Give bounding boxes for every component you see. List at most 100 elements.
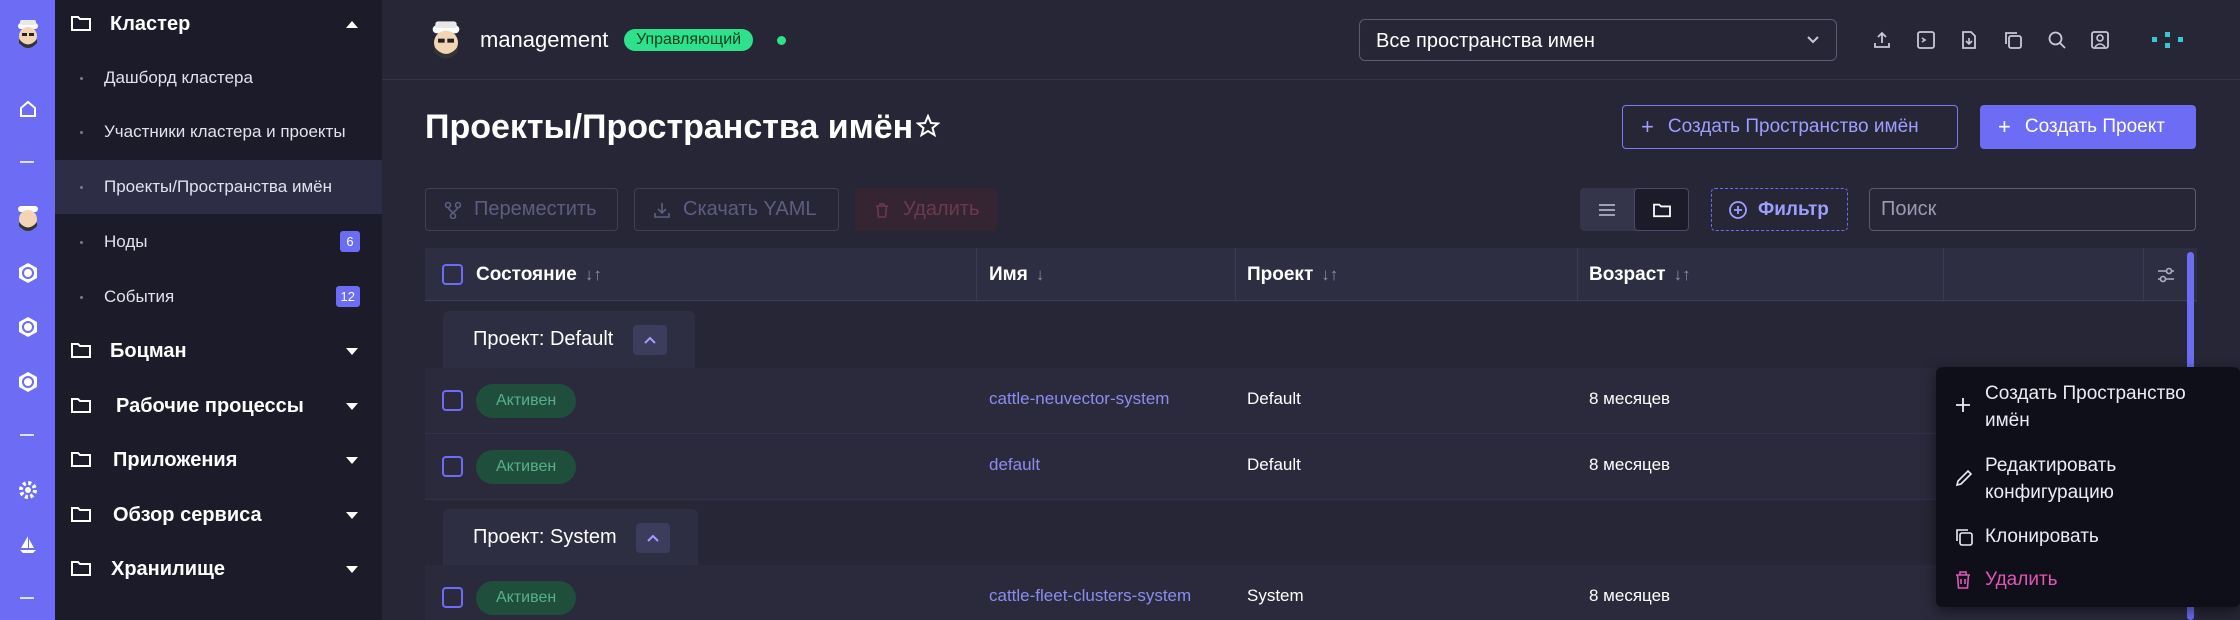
search-input[interactable]: [1869, 188, 2196, 231]
column-header-project[interactable]: Проект ↓↑: [1247, 248, 1338, 301]
user-icon[interactable]: [2087, 27, 2113, 53]
list-view-icon[interactable]: [1580, 188, 1634, 231]
sidebar-group-botsman[interactable]: Боцман: [55, 324, 382, 378]
sailboat-icon[interactable]: [0, 524, 55, 564]
context-menu: Создать Пространство имён Редактировать …: [1936, 367, 2240, 607]
sidebar-group-service-discovery[interactable]: Обзор сервиса: [55, 488, 382, 542]
more-dots-icon[interactable]: [2148, 27, 2188, 53]
sidebar-item-members[interactable]: Участники кластера и проекты: [55, 105, 382, 159]
delete-button[interactable]: Удалить: [855, 188, 997, 231]
group-label: Проект: Default: [473, 328, 614, 350]
group-tab: Проект: System: [443, 509, 698, 566]
namespace-select[interactable]: Все пространства имен: [1359, 19, 1837, 61]
sidebar-item-label: Дашборд кластера: [104, 68, 253, 87]
project-cell: Default: [1247, 389, 1301, 408]
kubernetes-icon[interactable]: [0, 253, 55, 293]
star-icon[interactable]: [915, 113, 941, 143]
create-namespace-label: Создать Пространство имён: [1667, 116, 1919, 137]
sidebar-item-cluster-dashboard[interactable]: Дашборд кластера: [55, 51, 382, 105]
status-dot: [777, 36, 786, 45]
folder-icon: [71, 559, 91, 582]
collapse-group-button[interactable]: [636, 523, 670, 553]
table-row[interactable]: Активен cattle-fleet-clusters-system Sys…: [425, 565, 2197, 620]
sidebar-item-events[interactable]: События 12: [55, 270, 382, 324]
count-badge: 12: [335, 286, 360, 307]
sidebar-group-apps[interactable]: Приложения: [55, 433, 382, 487]
menu-item-clone[interactable]: Клонировать: [1936, 522, 2240, 552]
sidebar-group-label: Приложения: [113, 448, 238, 471]
namespace-select-value: Все пространства имен: [1376, 30, 1595, 52]
group-header-default: Проект: Default: [425, 302, 2197, 406]
table-row[interactable]: Активен cattle-neuvector-system Default …: [425, 368, 2197, 434]
sort-down-icon: ↓: [1035, 264, 1045, 284]
folder-icon: [71, 14, 91, 37]
column-header-name[interactable]: Имя ↓: [989, 248, 1044, 301]
delete-label: Удалить: [903, 198, 980, 220]
branch-icon: [444, 201, 462, 219]
rail-divider: [20, 597, 34, 599]
filter-button[interactable]: Фильтр: [1711, 188, 1848, 231]
status-badge: Активен: [476, 450, 577, 484]
menu-item-delete[interactable]: Удалить: [1936, 565, 2240, 595]
download-yaml-label: Скачать YAML: [683, 198, 817, 220]
kubernetes-icon[interactable]: [0, 362, 55, 402]
download-yaml-button[interactable]: Скачать YAML: [634, 188, 839, 231]
trash-icon: [873, 201, 891, 219]
folder-icon: [71, 396, 91, 419]
cluster-logo-icon[interactable]: [0, 197, 55, 237]
sidebar-group-label: Боцман: [110, 339, 187, 362]
menu-item-label: Клонировать: [1985, 526, 2099, 547]
status-badge: Активен: [476, 581, 577, 615]
age-cell: 8 месяцев: [1589, 586, 1671, 605]
create-project-button[interactable]: + Создать Проект: [1980, 105, 2196, 149]
rail-divider: [20, 434, 34, 436]
filter-label: Фильтр: [1758, 198, 1829, 220]
chevron-down-icon: [346, 456, 358, 464]
copy-icon: [1954, 527, 1974, 552]
plus-circle-icon: [1728, 200, 1748, 220]
row-checkbox[interactable]: [442, 587, 463, 608]
menu-item-create-namespace[interactable]: Создать Пространство имён: [1936, 380, 2240, 436]
sidebar: Кластер Дашборд кластера Участники класт…: [55, 0, 382, 620]
terminal-icon[interactable]: [1913, 27, 1939, 53]
sidebar-group-workloads[interactable]: Рабочие процессы: [55, 379, 382, 433]
plus-icon: +: [1641, 114, 1654, 139]
namespace-link[interactable]: cattle-neuvector-system: [989, 389, 1169, 409]
management-badge: Управляющий: [624, 29, 754, 51]
sidebar-group-storage[interactable]: Хранилище: [55, 542, 382, 596]
row-checkbox[interactable]: [442, 390, 463, 411]
count-badge: 6: [340, 231, 360, 252]
menu-item-edit-config[interactable]: Редактировать конфигурацию: [1936, 452, 2240, 508]
row-checkbox[interactable]: [442, 456, 463, 477]
cluster-logo-icon[interactable]: [426, 14, 466, 71]
move-button[interactable]: Переместить: [425, 188, 618, 231]
icon-rail: [0, 0, 55, 620]
sidebar-item-label: Ноды: [104, 232, 148, 251]
ship-logo-icon[interactable]: [0, 14, 55, 54]
folder-icon: [71, 450, 91, 473]
sidebar-item-projects-namespaces[interactable]: Проекты/Пространства имён: [55, 160, 382, 214]
collapse-group-button[interactable]: [633, 325, 667, 355]
download-file-icon[interactable]: [1956, 27, 1982, 53]
home-icon[interactable]: [0, 89, 55, 129]
group-tab: Проект: Default: [443, 311, 695, 368]
gear-icon[interactable]: [0, 470, 55, 510]
column-header-age[interactable]: Возраст ↓↑: [1589, 248, 1691, 301]
sidebar-group-cluster[interactable]: Кластер: [55, 0, 382, 51]
column-settings-icon[interactable]: [2156, 265, 2176, 290]
sidebar-group-label: Рабочие процессы: [116, 394, 304, 417]
sidebar-item-nodes[interactable]: Ноды 6: [55, 215, 382, 269]
plus-icon: [1954, 396, 1972, 419]
copy-icon[interactable]: [2000, 27, 2026, 53]
search-icon[interactable]: [2044, 27, 2070, 53]
namespace-link[interactable]: default: [989, 455, 1040, 475]
select-all-checkbox[interactable]: [442, 264, 463, 285]
create-namespace-button[interactable]: + Создать Пространство имён: [1622, 105, 1958, 149]
upload-icon[interactable]: [1869, 27, 1895, 53]
folder-view-icon[interactable]: [1634, 188, 1689, 231]
column-header-state[interactable]: Состояние ↓↑: [476, 248, 602, 301]
table-row[interactable]: Активен default Default 8 месяцев: [425, 434, 2197, 500]
kubernetes-icon[interactable]: [0, 307, 55, 347]
sort-icon: ↓↑: [584, 264, 602, 284]
namespace-link[interactable]: cattle-fleet-clusters-system: [989, 586, 1191, 606]
